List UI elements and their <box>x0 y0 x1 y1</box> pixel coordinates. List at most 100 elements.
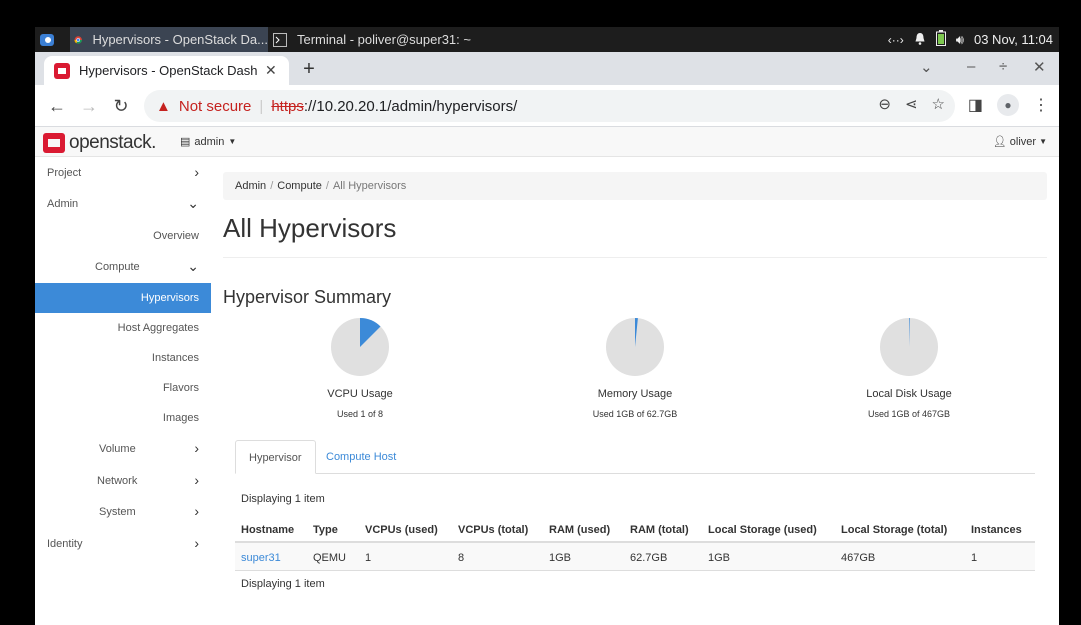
sidebar-item-system[interactable]: System › <box>35 497 211 527</box>
omnibox-actions: ⊖ ⋖ ☆ <box>878 95 945 113</box>
sidebar-item-admin[interactable]: Admin ⌄ <box>35 189 211 219</box>
share-icon[interactable]: ⋖ <box>905 95 918 113</box>
divider <box>223 257 1047 258</box>
chart-sub: Used 1GB of 62.7GB <box>592 409 678 419</box>
minimize-button[interactable]: – <box>967 58 975 75</box>
openstack-favicon-icon <box>54 62 70 79</box>
sidebar-item-label: Admin <box>47 198 79 210</box>
breadcrumb-separator: / <box>325 180 329 192</box>
sidebar-item-label: Compute <box>95 261 140 273</box>
sidebar-item-overview[interactable]: Overview <box>35 221 211 251</box>
address-separator: | <box>259 97 264 115</box>
clock[interactable]: 03 Nov, 11:04 <box>974 32 1053 47</box>
toolbar-actions: ◨ ● ⋮ <box>968 94 1049 116</box>
side-panel-icon[interactable]: ◨ <box>968 95 983 115</box>
vcpu-pie <box>331 318 389 376</box>
sidebar-item-label: Flavors <box>162 382 199 394</box>
sidebar-item-label: Overview <box>153 230 199 242</box>
warning-icon[interactable]: ▲ <box>156 98 171 115</box>
sidebar-item-hypervisors[interactable]: Hypervisors <box>35 283 211 313</box>
network-icon[interactable]: ‹··› <box>888 33 904 47</box>
battery-icon[interactable] <box>935 30 946 49</box>
browser-tabstrip: Hypervisors - OpenStack Dash ✕ + ⌄ – ÷ ✕ <box>35 52 1059 85</box>
tab-bar: Hypervisor Compute Host <box>235 440 1035 474</box>
bookmark-star-icon[interactable]: ☆ <box>932 95 945 113</box>
sidebar-item-compute[interactable]: Compute ⌄ <box>35 252 211 282</box>
chevron-down-icon: ⌄ <box>187 195 199 211</box>
sidebar-item-project[interactable]: Project › <box>35 158 211 188</box>
cell-storage-total: 467GB <box>841 552 876 564</box>
chart-label: VCPU Usage <box>327 388 393 400</box>
sidebar-item-volume[interactable]: Volume › <box>35 434 211 464</box>
sidebar-item-network[interactable]: Network › <box>35 466 211 496</box>
chevron-right-icon: › <box>194 440 199 456</box>
breadcrumb-compute[interactable]: Compute <box>277 180 322 192</box>
volume-icon[interactable]: 🔊︎ <box>956 32 964 48</box>
url-scheme: https <box>271 97 304 115</box>
memory-usage-chart: Memory Usage Used 1GB of 62.7GB <box>555 317 715 419</box>
cell-vcpus-used: 1 <box>365 552 372 564</box>
sidebar-item-label: Hypervisors <box>140 292 199 304</box>
sidebar-item-host-aggregates[interactable]: Host Aggregates <box>35 313 211 343</box>
user-icon: 👤︎ <box>992 136 1007 148</box>
memory-pie <box>606 318 664 376</box>
task-terminal-label: Terminal - poliver@super31: ~ <box>297 32 471 47</box>
breadcrumb-current: All Hypervisors <box>332 180 407 192</box>
chevron-right-icon: › <box>194 503 199 519</box>
page-title: All Hypervisors <box>223 213 397 243</box>
hostname-link[interactable]: super31 <box>241 552 281 564</box>
project-dropdown[interactable]: ▤ admin ▼ <box>180 135 236 149</box>
sidebar-item-label: Project <box>47 167 82 179</box>
sidebar-item-images[interactable]: Images <box>35 403 211 433</box>
terminal-icon <box>273 32 287 47</box>
sidebar-item-instances[interactable]: Instances <box>35 343 211 373</box>
browser-toolbar: ← → ↻ ▲ Not secure | https://10.20.20.1/… <box>35 85 1059 127</box>
user-dropdown[interactable]: 👤︎ oliver ▼ <box>992 135 1047 149</box>
breadcrumb-separator: / <box>270 180 274 192</box>
chrome-icon <box>74 35 82 44</box>
disk-pie <box>880 318 938 376</box>
openstack-header: openstack. ▤ admin ▼ 👤︎ oliver ▼ <box>35 127 1059 157</box>
browser-menu-icon[interactable]: ⋮ <box>1033 95 1049 115</box>
back-button[interactable]: ← <box>45 94 69 118</box>
bell-icon[interactable] <box>914 32 926 48</box>
close-window-button[interactable]: ✕ <box>1033 58 1046 76</box>
tab-search-icon[interactable]: ⌄ <box>920 58 933 76</box>
app-menu-icon[interactable] <box>39 27 61 52</box>
sidebar-item-flavors[interactable]: Flavors <box>35 373 211 403</box>
col-ram-used: RAM (used) <box>549 524 611 536</box>
close-tab-icon[interactable]: ✕ <box>265 62 277 79</box>
vcpu-usage-chart: VCPU Usage Used 1 of 8 <box>280 317 440 419</box>
cell-ram-used: 1GB <box>549 552 572 564</box>
disk-usage-chart: Local Disk Usage Used 1GB of 467GB <box>829 317 989 419</box>
openstack-logo[interactable]: openstack. <box>43 132 156 154</box>
browser-tab[interactable]: Hypervisors - OpenStack Dash ✕ <box>44 56 289 85</box>
chevron-right-icon: › <box>194 472 199 488</box>
zoom-icon[interactable]: ⊖ <box>878 95 891 113</box>
user-name: oliver <box>1009 135 1037 148</box>
forward-button[interactable]: → <box>77 94 101 118</box>
task-terminal[interactable]: Terminal - poliver@super31: ~ <box>273 27 473 52</box>
task-browser[interactable]: Hypervisors - OpenStack Da... <box>70 27 268 52</box>
caret-down-icon: ▼ <box>1039 137 1047 146</box>
breadcrumb-admin[interactable]: Admin <box>235 180 266 192</box>
col-instances: Instances <box>971 524 1022 536</box>
profile-avatar-icon[interactable]: ● <box>997 94 1019 116</box>
new-tab-button[interactable]: + <box>297 58 321 81</box>
tab-compute-host[interactable]: Compute Host <box>313 440 409 474</box>
col-storage-total: Local Storage (total) <box>841 524 948 536</box>
chevron-right-icon: › <box>194 535 199 551</box>
security-label[interactable]: Not secure <box>179 98 252 115</box>
displaying-count-top: Displaying 1 item <box>241 493 325 505</box>
breadcrumb: Admin / Compute / All Hypervisors <box>223 172 1047 200</box>
sidebar: Project › Admin ⌄ Overview Compute ⌄ Hyp… <box>35 158 211 625</box>
tab-hypervisor[interactable]: Hypervisor <box>235 440 316 474</box>
sidebar-item-label: Identity <box>47 538 83 550</box>
sidebar-item-label: Images <box>162 412 199 424</box>
browser-tab-title: Hypervisors - OpenStack Dash <box>79 63 257 78</box>
sidebar-item-identity[interactable]: Identity › <box>35 529 211 559</box>
maximize-button[interactable]: ÷ <box>999 58 1007 75</box>
reload-button[interactable]: ↻ <box>109 94 133 118</box>
address-bar[interactable]: ▲ Not secure | https://10.20.20.1/admin/… <box>144 90 955 122</box>
sidebar-item-label: Instances <box>151 352 199 364</box>
